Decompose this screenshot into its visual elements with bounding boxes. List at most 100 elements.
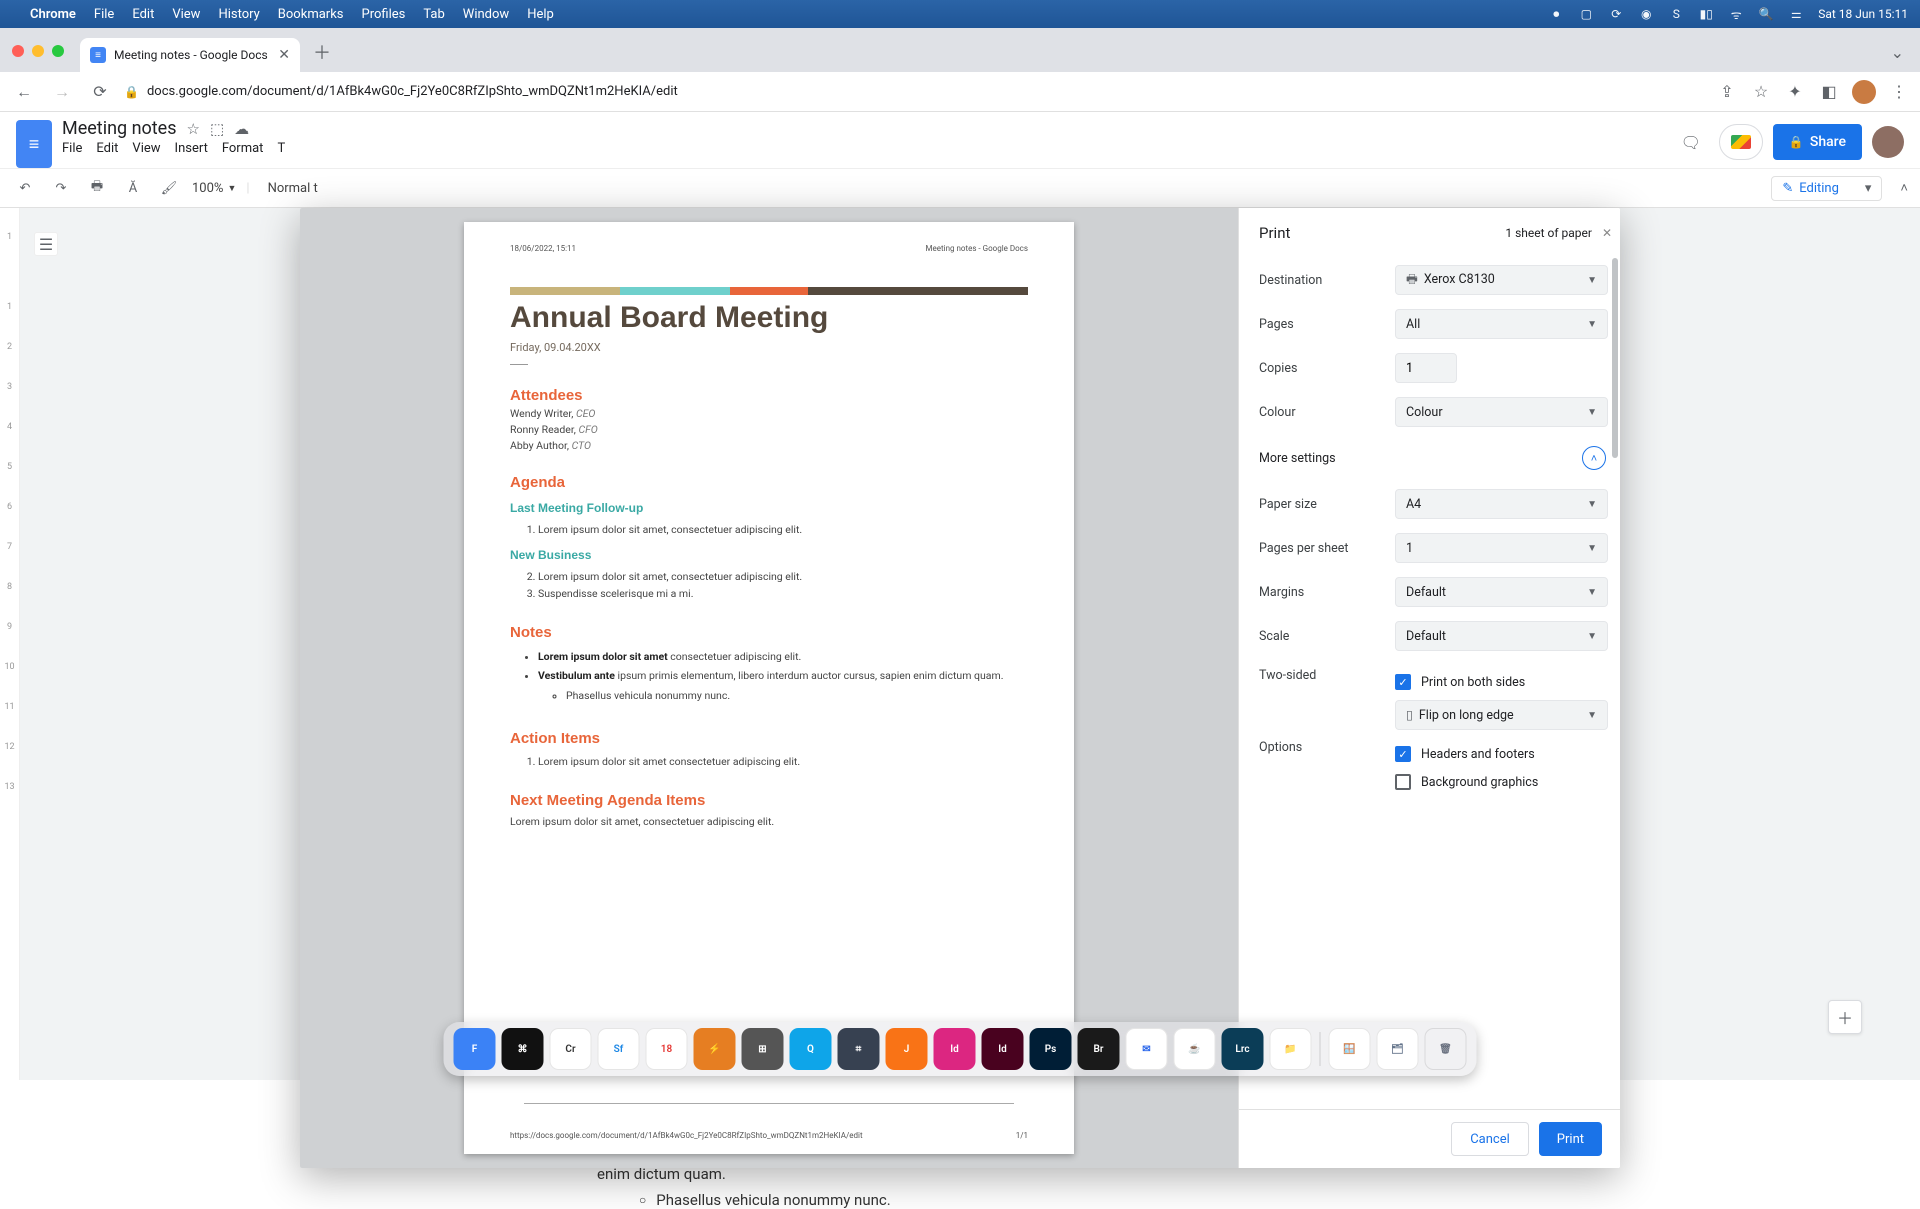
wifi-icon[interactable]: ᯤ	[1728, 6, 1744, 22]
menubar-history[interactable]: History	[218, 7, 259, 22]
menu-file[interactable]: File	[62, 141, 82, 156]
zoom-select[interactable]: 100% ▼	[192, 181, 236, 196]
headers-footers-checkbox[interactable]: ✓ Headers and footers	[1395, 740, 1608, 768]
menubar-clock[interactable]: Sat 18 Jun 15:11	[1818, 7, 1908, 21]
share-button[interactable]: 🔒 Share	[1773, 124, 1862, 160]
menubar-bookmarks[interactable]: Bookmarks	[278, 7, 344, 22]
dock-app[interactable]: Ps	[1030, 1028, 1072, 1070]
menu-format[interactable]: Format	[222, 141, 264, 156]
document-title[interactable]: Meeting notes	[62, 118, 177, 139]
dock-app[interactable]: Br	[1078, 1028, 1120, 1070]
print-both-sides-checkbox[interactable]: ✓ Print on both sides	[1395, 668, 1608, 696]
dock-app[interactable]: F	[454, 1028, 496, 1070]
dock-app[interactable]: Q	[790, 1028, 832, 1070]
dock-app[interactable]: Id	[982, 1028, 1024, 1070]
editing-mode-select[interactable]: ✎ Editing ▾	[1771, 176, 1882, 201]
nav-reload-button[interactable]: ⟳	[86, 78, 114, 106]
nav-back-button[interactable]: ←	[10, 78, 38, 106]
dock-app[interactable]: ⌘	[502, 1028, 544, 1070]
more-settings-toggle[interactable]: More settings ˄	[1259, 434, 1608, 482]
menu-edit[interactable]: Edit	[96, 141, 118, 156]
pages-select[interactable]: All▼	[1395, 309, 1608, 339]
app-icon[interactable]: ◉	[1638, 6, 1654, 22]
menubar-window[interactable]: Window	[463, 7, 509, 22]
flip-select[interactable]: ▯Flip on long edge ▼	[1395, 700, 1608, 730]
dock-app[interactable]: ⌗	[838, 1028, 880, 1070]
new-tab-button[interactable]: ＋	[308, 38, 336, 66]
dock-app[interactable]: ⚡	[694, 1028, 736, 1070]
menu-tools[interactable]: T	[277, 141, 285, 156]
control-center-icon[interactable]: ⚌	[1788, 6, 1804, 22]
background-graphics-checkbox[interactable]: Background graphics	[1395, 768, 1608, 796]
dock-app[interactable]: 🪟	[1329, 1028, 1371, 1070]
margins-select[interactable]: Default▼	[1395, 577, 1608, 607]
print-confirm-button[interactable]: Print	[1539, 1122, 1602, 1156]
menubar-help[interactable]: Help	[527, 7, 554, 22]
hide-menus-button[interactable]: ˄	[1900, 180, 1908, 196]
dock-app[interactable]: 📁	[1270, 1028, 1312, 1070]
dock-app[interactable]: 🗑	[1425, 1028, 1467, 1070]
shield-icon[interactable]: S	[1668, 6, 1684, 22]
checkbox-checked-icon: ✓	[1395, 674, 1411, 690]
dock-app[interactable]: 18	[646, 1028, 688, 1070]
cloud-status-icon[interactable]: ☁	[234, 120, 249, 138]
tab-overflow-button[interactable]: ⌄	[1891, 43, 1912, 66]
menubar-view[interactable]: View	[172, 7, 200, 22]
destination-select[interactable]: 🖶Xerox C8130 ▼	[1395, 265, 1608, 295]
bookmark-star-icon[interactable]: ☆	[1750, 81, 1772, 103]
move-icon[interactable]: ⬚	[210, 120, 224, 138]
comment-history-icon[interactable]: 🗨	[1673, 124, 1709, 160]
chrome-menu-icon[interactable]: ⋮	[1888, 81, 1910, 103]
profile-avatar[interactable]	[1852, 80, 1876, 104]
dock-app[interactable]: Id	[934, 1028, 976, 1070]
close-icon[interactable]: ✕	[1602, 226, 1612, 240]
window-minimize-button[interactable]	[32, 45, 44, 57]
menu-insert[interactable]: Insert	[175, 141, 208, 156]
display-icon[interactable]: ▢	[1578, 6, 1594, 22]
tab-close-button[interactable]: ✕	[278, 47, 290, 63]
dock-app[interactable]: J	[886, 1028, 928, 1070]
docs-logo-icon[interactable]: ≡	[16, 120, 52, 168]
scale-select[interactable]: Default▼	[1395, 621, 1608, 651]
add-comment-button[interactable]: ＋	[1828, 1000, 1862, 1034]
menubar-file[interactable]: File	[94, 7, 114, 22]
paragraph-style-select[interactable]: Normal t	[260, 181, 326, 196]
dock-app[interactable]: ☕	[1174, 1028, 1216, 1070]
paint-format-button[interactable]: 🖌	[156, 175, 182, 201]
address-bar[interactable]: 🔒 docs.google.com/document/d/1AfBk4wG0c_…	[124, 84, 1706, 99]
scrollbar-thumb[interactable]	[1612, 258, 1618, 458]
spellcheck-button[interactable]: Ă	[120, 175, 146, 201]
colour-select[interactable]: Colour▼	[1395, 397, 1608, 427]
menubar-edit[interactable]: Edit	[132, 7, 154, 22]
battery-icon[interactable]: ▮▯	[1698, 6, 1714, 22]
screenrec-icon[interactable]: ⏺	[1548, 6, 1564, 22]
meet-button[interactable]	[1719, 124, 1763, 160]
dock-app[interactable]: Cr	[550, 1028, 592, 1070]
print-button[interactable]: 🖶	[84, 175, 110, 201]
dock-app[interactable]: 🗂	[1377, 1028, 1419, 1070]
menubar-app[interactable]: Chrome	[30, 7, 76, 22]
copies-input[interactable]	[1395, 353, 1457, 383]
dock-app[interactable]: ⊞	[742, 1028, 784, 1070]
extensions-icon[interactable]: ✦	[1784, 81, 1806, 103]
browser-tab[interactable]: ≡ Meeting notes - Google Docs ✕	[80, 38, 300, 72]
window-close-button[interactable]	[12, 45, 24, 57]
pages-per-sheet-select[interactable]: 1▼	[1395, 533, 1608, 563]
undo-button[interactable]: ↶	[12, 175, 38, 201]
share-page-icon[interactable]: ⇪	[1716, 81, 1738, 103]
dock-app[interactable]: ✉	[1126, 1028, 1168, 1070]
spotlight-icon[interactable]: 🔍	[1758, 6, 1774, 22]
dock-app[interactable]: Sf	[598, 1028, 640, 1070]
menubar-profiles[interactable]: Profiles	[362, 7, 406, 22]
account-avatar[interactable]	[1872, 126, 1904, 158]
star-icon[interactable]: ☆	[187, 120, 200, 138]
menubar-tab[interactable]: Tab	[423, 7, 444, 22]
menu-view[interactable]: View	[132, 141, 160, 156]
sync-icon[interactable]: ⟳	[1608, 6, 1624, 22]
redo-button[interactable]: ↷	[48, 175, 74, 201]
window-zoom-button[interactable]	[52, 45, 64, 57]
sidepanel-icon[interactable]: ◧	[1818, 81, 1840, 103]
paper-size-select[interactable]: A4▼	[1395, 489, 1608, 519]
cancel-button[interactable]: Cancel	[1451, 1122, 1529, 1156]
dock-app[interactable]: Lrc	[1222, 1028, 1264, 1070]
